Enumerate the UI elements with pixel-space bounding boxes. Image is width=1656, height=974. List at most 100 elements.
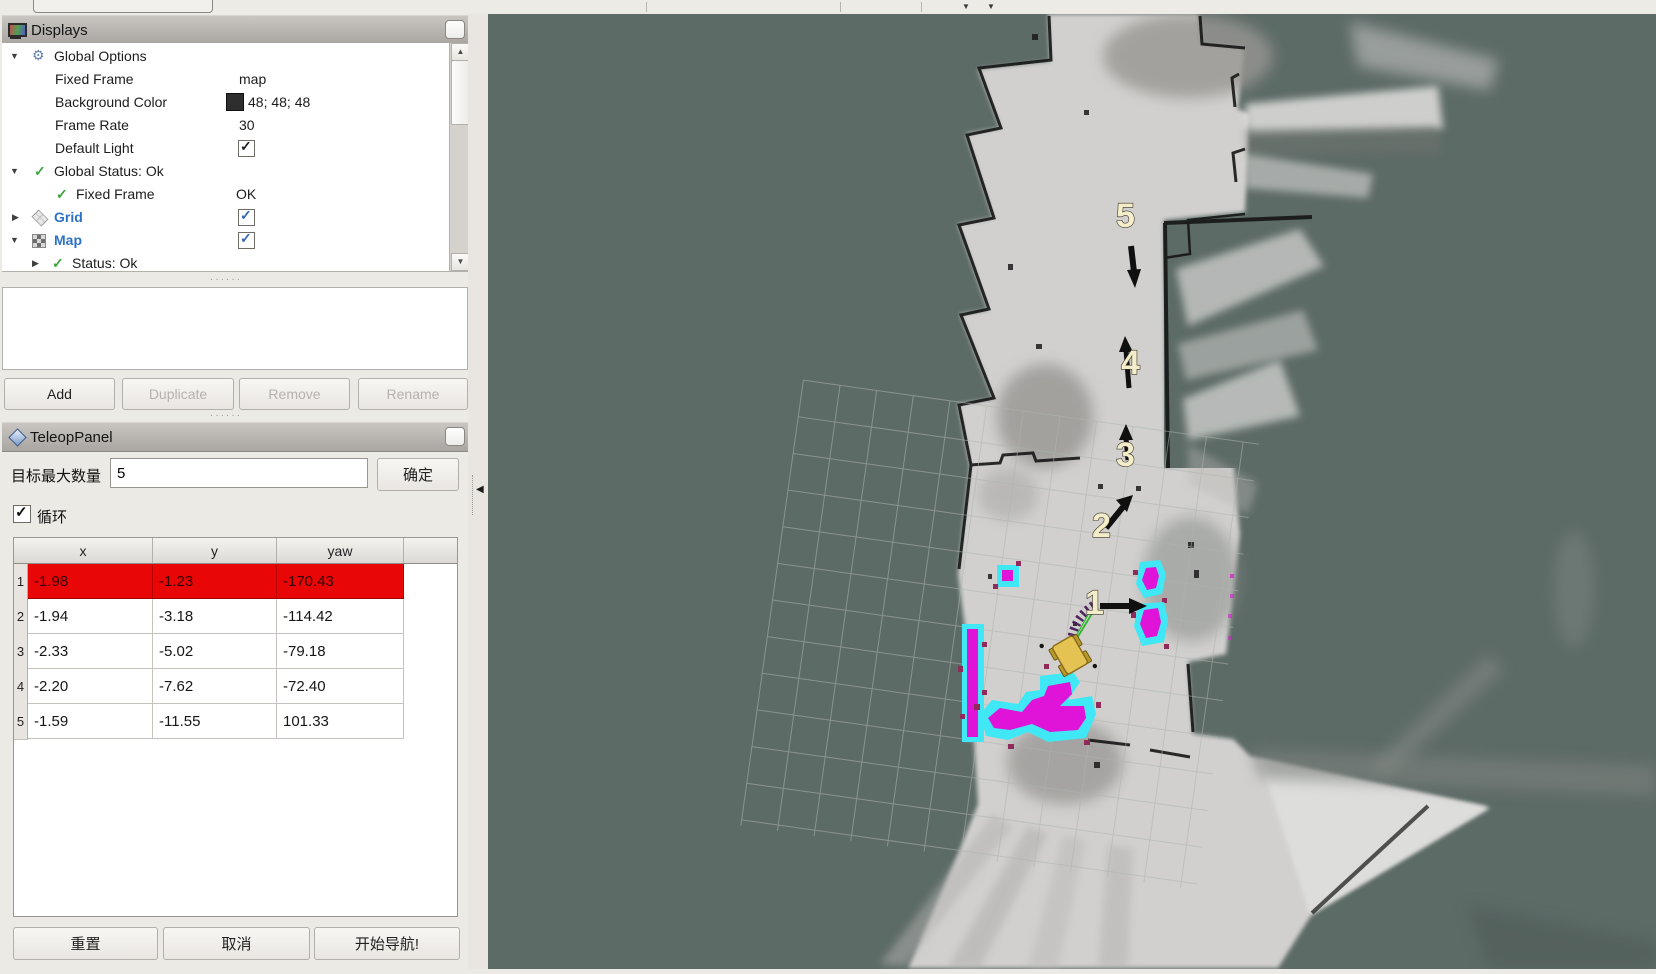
row-number[interactable]: 4: [14, 669, 28, 705]
scrollbar-thumb[interactable]: [451, 60, 468, 125]
panel-float-button[interactable]: [445, 427, 465, 446]
splitter-handle[interactable]: ······: [210, 410, 270, 421]
default-light-checkbox[interactable]: ✓: [238, 140, 255, 157]
remove-button[interactable]: Remove: [239, 378, 350, 410]
tree-row-fixed-frame-status[interactable]: ✓ Fixed Frame OK: [2, 183, 448, 206]
start-navigation-button[interactable]: 开始导航!: [314, 927, 460, 960]
tree-row-global-options[interactable]: ▼ ⚙ Global Options: [2, 45, 448, 68]
displays-icon: [8, 23, 25, 38]
reset-button[interactable]: 重置: [13, 927, 158, 960]
confirm-button[interactable]: 确定: [377, 458, 459, 491]
toolbar-separator: [921, 2, 922, 12]
cell-y[interactable]: -11.55: [153, 704, 277, 739]
tree-row-label: Fixed Frame: [55, 71, 134, 87]
column-header-yaw[interactable]: yaw: [277, 538, 404, 564]
loop-checkbox[interactable]: ✓: [13, 505, 31, 523]
displays-panel-titlebar[interactable]: Displays: [2, 15, 468, 45]
rename-button[interactable]: Rename: [358, 378, 468, 410]
cell-yaw[interactable]: -72.40: [277, 669, 404, 704]
add-button[interactable]: Add: [4, 378, 115, 410]
grid-enabled-checkbox[interactable]: ✓: [238, 209, 255, 226]
collapse-triangle-icon[interactable]: ▼: [10, 166, 19, 176]
tree-row-frame-rate[interactable]: Frame Rate 30: [2, 114, 448, 137]
toolbar: ▼ ▼: [0, 0, 1656, 15]
toolbar-separator: [840, 2, 841, 12]
panel-splitter[interactable]: ◀: [468, 14, 488, 969]
splitter-handle[interactable]: ······: [210, 274, 270, 285]
tree-row-grid[interactable]: ▶ Grid ✓: [2, 206, 448, 229]
cell-y[interactable]: -3.18: [153, 599, 277, 634]
expand-triangle-icon[interactable]: ▶: [12, 212, 19, 223]
row-number[interactable]: 5: [14, 704, 28, 740]
teleop-panel-icon: [8, 428, 26, 446]
cell-x[interactable]: -2.33: [28, 634, 153, 669]
rviz-3d-viewport[interactable]: 1 2 3 4 5: [488, 14, 1656, 969]
displays-tree: ▼ ⚙ Global Options Fixed Frame map Backg…: [2, 43, 468, 272]
cancel-button[interactable]: 取消: [163, 927, 310, 960]
panel-float-button[interactable]: [445, 20, 465, 39]
column-header-y[interactable]: y: [153, 538, 277, 564]
tree-row-label: Grid: [54, 209, 83, 225]
column-header-x[interactable]: x: [14, 538, 153, 564]
cell-y[interactable]: -5.02: [153, 634, 277, 669]
collapse-panel-icon[interactable]: ◀: [476, 484, 484, 495]
cell-x[interactable]: -2.20: [28, 669, 153, 704]
expand-triangle-icon[interactable]: ▶: [32, 258, 39, 269]
cell-x[interactable]: -1.94: [28, 599, 153, 634]
status-ok-check-icon: ✓: [34, 163, 46, 180]
duplicate-button[interactable]: Duplicate: [122, 378, 234, 410]
cell-x[interactable]: -1.98: [28, 564, 153, 599]
svg-text:5: 5: [1116, 197, 1135, 235]
tree-row-default-light[interactable]: Default Light ✓: [2, 137, 448, 160]
tree-row-label: Global Status: Ok: [54, 163, 164, 179]
cell-y[interactable]: -7.62: [153, 669, 277, 704]
tree-row-map[interactable]: ▼ Map ✓: [2, 229, 448, 252]
tree-row-map-status[interactable]: ▶ ✓ Status: Ok: [2, 252, 448, 272]
cell-x[interactable]: -1.59: [28, 704, 153, 739]
waypoint-table[interactable]: x y yaw 1 -1.98 -1.23 -170.43 2 -1.94 -3…: [13, 537, 458, 917]
cell-yaw[interactable]: -170.43: [277, 564, 404, 599]
svg-text:2: 2: [1092, 507, 1111, 545]
cell-yaw[interactable]: 101.33: [277, 704, 404, 739]
map-display-icon: [32, 234, 46, 248]
frame-rate-value[interactable]: 30: [239, 117, 255, 133]
row-number[interactable]: 3: [14, 634, 28, 670]
tree-row-label: Status: Ok: [72, 255, 137, 271]
collapse-triangle-icon[interactable]: ▼: [10, 51, 19, 61]
column-header-blank: [404, 538, 457, 564]
map-enabled-checkbox[interactable]: ✓: [238, 232, 255, 249]
tree-row-background-color[interactable]: Background Color 48; 48; 48: [2, 91, 448, 114]
tree-row-fixed-frame[interactable]: Fixed Frame map: [2, 68, 448, 91]
loop-label: 循环: [37, 506, 67, 527]
status-ok-check-icon: ✓: [56, 186, 68, 203]
teleop-panel-title: TeleopPanel: [30, 429, 113, 446]
waypoint-4: 4: [1119, 336, 1140, 388]
row-number[interactable]: 2: [14, 599, 28, 635]
fixed-frame-value[interactable]: map: [239, 71, 266, 87]
background-color-value[interactable]: 48; 48; 48: [248, 94, 310, 110]
tree-row-label: Frame Rate: [55, 117, 129, 133]
color-swatch[interactable]: [226, 93, 244, 111]
tree-row-label: Global Options: [54, 48, 147, 64]
tree-scrollbar[interactable]: ▲ ▼: [449, 43, 468, 271]
max-targets-input[interactable]: [110, 458, 368, 488]
svg-text:3: 3: [1116, 436, 1135, 474]
obstacle-cluster-small: [993, 561, 1021, 589]
toolbar-button[interactable]: [33, 0, 213, 13]
collapse-triangle-icon[interactable]: ▼: [10, 235, 19, 245]
cell-yaw[interactable]: -79.18: [277, 634, 404, 669]
cell-y[interactable]: -1.23: [153, 564, 277, 599]
grid-display-icon: [31, 209, 48, 226]
tree-row-label: Fixed Frame: [76, 186, 155, 202]
teleop-panel-titlebar[interactable]: TeleopPanel: [2, 422, 468, 452]
toolbar-dropdown-icon[interactable]: ▼: [987, 0, 995, 13]
tree-row-global-status[interactable]: ▼ ✓ Global Status: Ok: [2, 160, 448, 183]
toolbar-dropdown-icon[interactable]: ▼: [962, 0, 970, 13]
splitter-dots: [472, 475, 474, 515]
scroll-down-icon[interactable]: ▼: [451, 253, 468, 271]
max-targets-label: 目标最大数量: [11, 465, 101, 486]
row-number[interactable]: 1: [14, 564, 28, 600]
cell-yaw[interactable]: -114.42: [277, 599, 404, 634]
tree-row-label: Background Color: [55, 94, 167, 110]
scroll-up-icon[interactable]: ▲: [451, 43, 468, 61]
